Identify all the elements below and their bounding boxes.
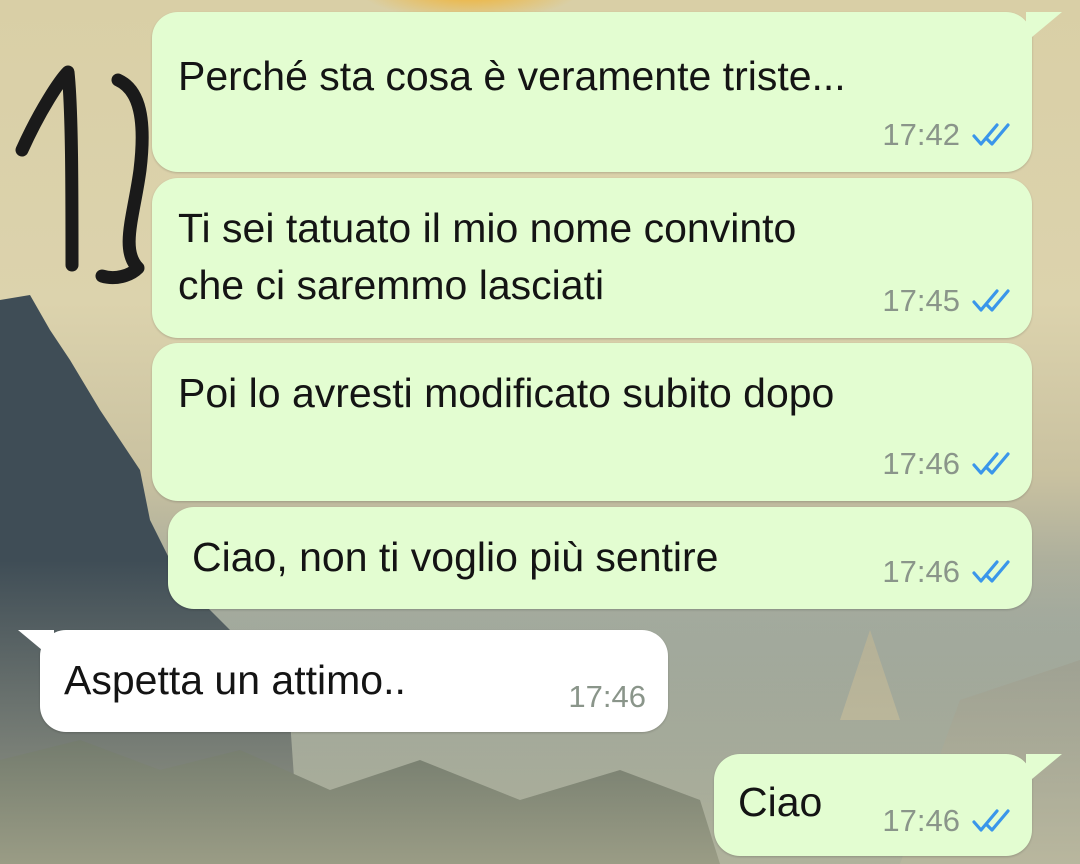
message-time: 17:46 (882, 803, 960, 838)
message-time: 17:46 (882, 446, 960, 481)
double-check-icon (972, 289, 1010, 312)
message-bubble-outgoing[interactable]: Ti sei tatuato il mio nome convinto che … (152, 178, 1032, 338)
message-meta: 17:46 (882, 555, 1014, 589)
message-meta: 17:46 (882, 447, 1014, 481)
message-meta: 17:46 (882, 804, 1014, 838)
message-text: Ciao, non ti voglio più sentire (192, 534, 719, 580)
message-text: che ci saremmo lasciati (178, 262, 605, 308)
message-text: Ciao (738, 779, 823, 825)
message-time: 17:45 (882, 283, 960, 318)
message-bubble-outgoing[interactable]: Ciao 17:46 (714, 754, 1032, 856)
message-time: 17:46 (882, 554, 960, 589)
message-text: Ti sei tatuato il mio nome convinto (178, 205, 797, 251)
message-bubble-outgoing[interactable]: Ciao, non ti voglio più sentire 17:46 (168, 507, 1032, 609)
message-bubble-outgoing[interactable]: Poi lo avresti modificato subito dopo 17… (152, 343, 1032, 501)
message-text: Perché sta cosa è veramente triste... (178, 53, 846, 99)
double-check-icon (972, 123, 1010, 146)
message-meta: 17:42 (882, 118, 1014, 152)
message-meta: 17:46 (568, 680, 646, 714)
bubble-tail (18, 630, 54, 660)
double-check-icon (972, 452, 1010, 475)
message-time: 17:42 (882, 117, 960, 152)
message-bubble-incoming[interactable]: Aspetta un attimo.. 17:46 (40, 630, 668, 732)
bubble-tail (1026, 754, 1062, 784)
message-time: 17:46 (568, 679, 646, 714)
handwritten-doodle (15, 65, 149, 285)
message-text: Poi lo avresti modificato subito dopo (178, 370, 835, 416)
message-bubble-outgoing[interactable]: Perché sta cosa è veramente triste... 17… (152, 12, 1032, 172)
message-meta: 17:45 (882, 284, 1014, 318)
bubble-tail (1026, 12, 1062, 42)
message-text: Aspetta un attimo.. (64, 657, 406, 703)
double-check-icon (972, 809, 1010, 832)
double-check-icon (972, 560, 1010, 583)
